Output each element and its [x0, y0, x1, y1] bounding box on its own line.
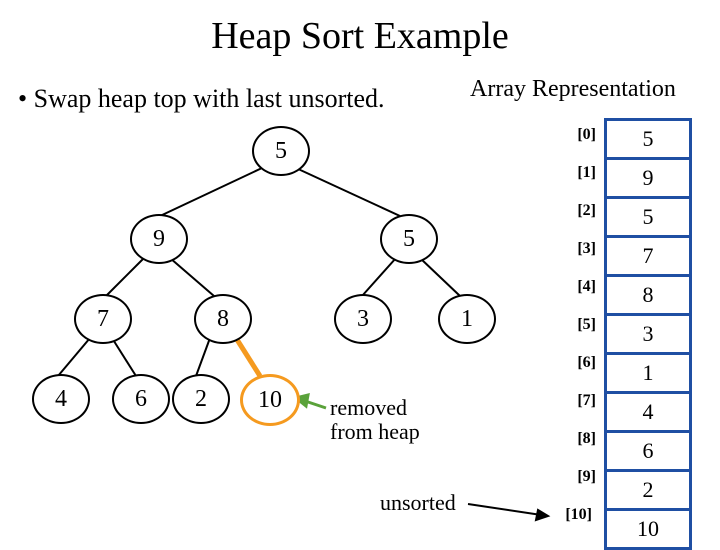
node-1: 9 [130, 214, 188, 264]
node-2: 5 [380, 214, 438, 264]
node-3: 7 [74, 294, 132, 344]
node-10-removed: 10 [240, 374, 300, 426]
node-6: 1 [438, 294, 496, 344]
node-4: 8 [194, 294, 252, 344]
node-0: 5 [252, 126, 310, 176]
node-7: 4 [32, 374, 90, 424]
node-9: 2 [172, 374, 230, 424]
tree-edges-svg [0, 0, 720, 540]
node-5: 3 [334, 294, 392, 344]
node-8: 6 [112, 374, 170, 424]
